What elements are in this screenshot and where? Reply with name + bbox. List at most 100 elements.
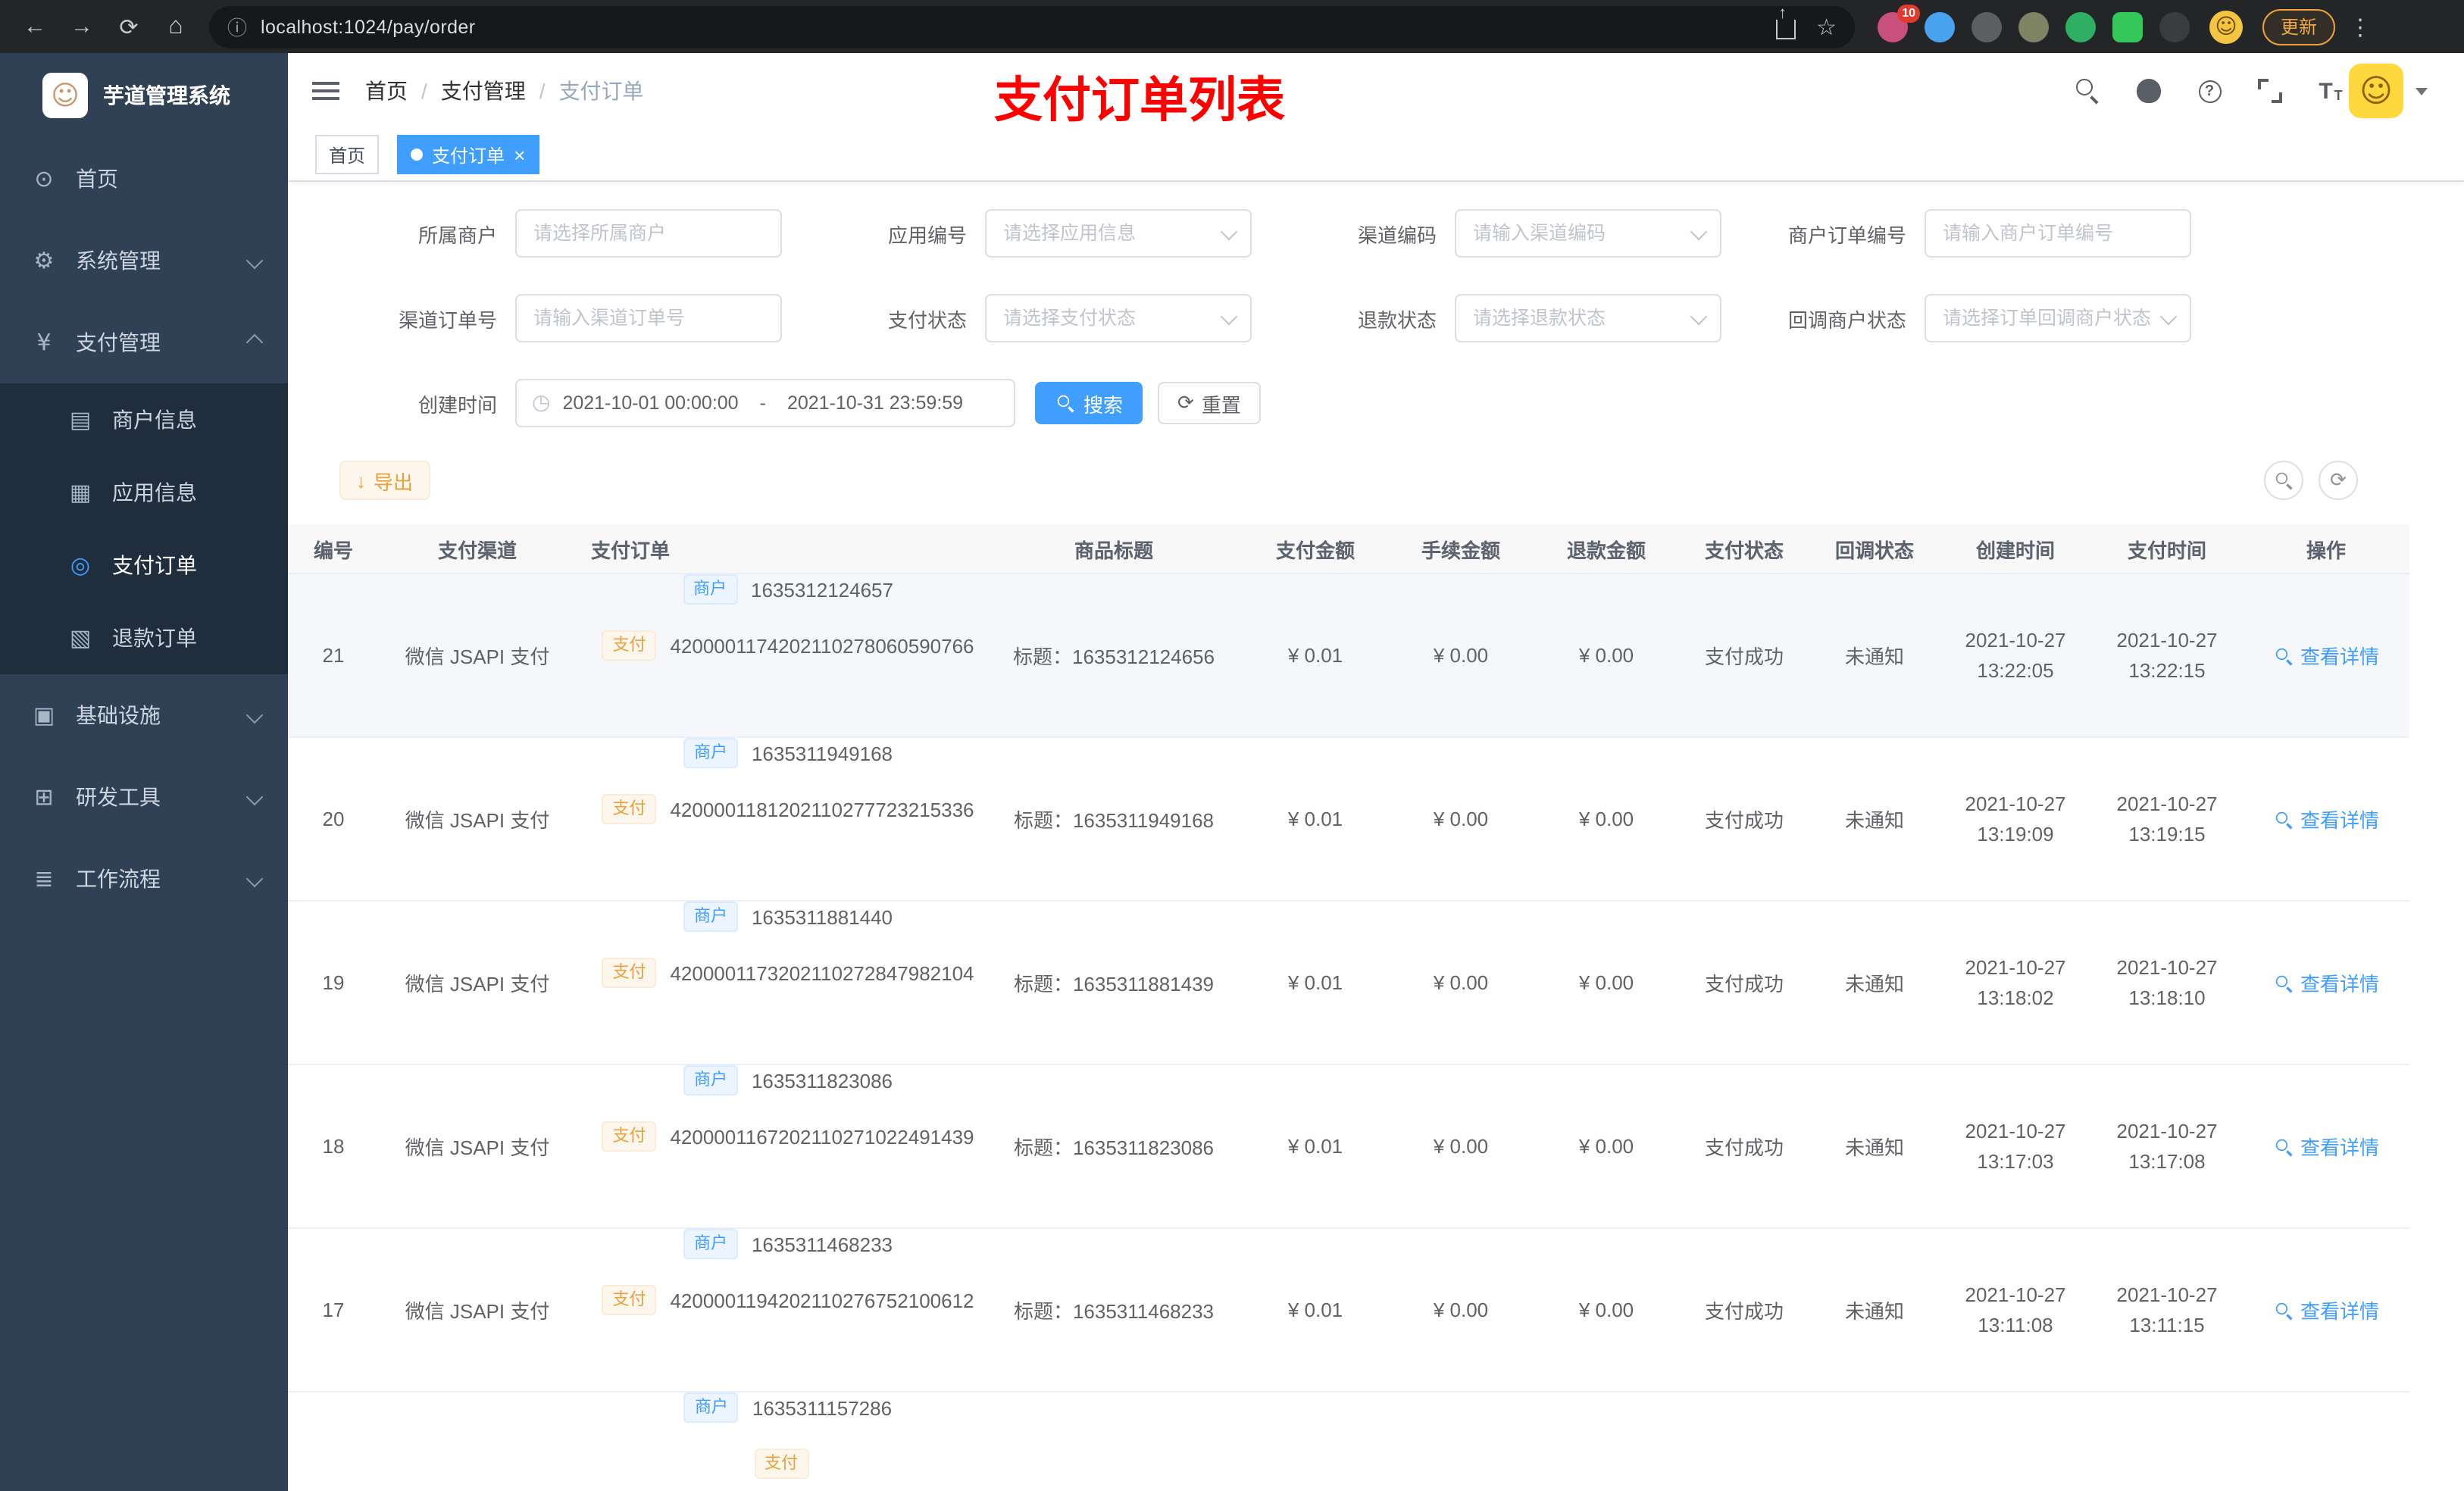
sidebar-item[interactable]: ⊙ 首页 [0, 138, 288, 220]
view-detail-link[interactable]: 查看详情 [2273, 1296, 2379, 1324]
sidebar-item[interactable]: ▦ 应用信息 [0, 456, 288, 529]
app-grid-icon: ▦ [69, 479, 92, 506]
tab-label: 支付订单 [432, 145, 505, 166]
browser-menu-icon[interactable] [2349, 13, 2372, 40]
filter-control[interactable] [985, 294, 1252, 342]
tab[interactable]: 首页 [315, 135, 380, 174]
pay-tag: 支付 [602, 630, 657, 661]
cell-actions: 查看详情 [2243, 574, 2409, 736]
filter-input[interactable] [1455, 209, 1721, 258]
sidebar-item[interactable]: ◎ 支付订单 [0, 529, 288, 602]
share-icon[interactable] [1775, 5, 1796, 39]
fullscreen-icon[interactable] [2255, 76, 2285, 106]
cell-pay-channel: 微信 JSAPI 支付 [405, 973, 550, 996]
cell-pay-channel: 微信 JSAPI 支付 [405, 645, 550, 668]
font-size-icon[interactable] [2315, 76, 2346, 106]
extension-dark-icon[interactable] [2159, 11, 2190, 42]
user-avatar[interactable] [2349, 64, 2403, 118]
filter-control[interactable] [1925, 294, 2191, 342]
filter-control[interactable] [515, 294, 782, 342]
browser-profile-avatar[interactable] [2209, 10, 2243, 43]
filter-input[interactable] [985, 294, 1252, 342]
filter-control[interactable] [1455, 294, 1721, 342]
column-header: 退款金额 [1566, 539, 1646, 561]
sidebar-item[interactable]: ⊞ 研发工具 [0, 756, 288, 838]
filter-input[interactable] [1925, 209, 2191, 258]
filter-control[interactable] [1925, 209, 2191, 258]
cell-pay-order: 商户 1635312124657 支付 42000011742021102780… [576, 574, 985, 736]
reset-button[interactable]: 重置 [1158, 382, 1261, 424]
filter-control[interactable] [1455, 209, 1721, 258]
view-detail-link[interactable]: 查看详情 [2273, 1132, 2379, 1161]
filter-input[interactable] [515, 209, 782, 258]
cell-actions [2243, 1393, 2409, 1491]
extension-drop-icon[interactable] [1925, 11, 1955, 42]
question-icon[interactable] [2194, 76, 2225, 106]
filter-form: 所属商户 应用编号 [288, 182, 2464, 427]
sidebar-item-label: 工作流程 [76, 867, 161, 891]
breadcrumb-item[interactable]: 支付管理 [408, 76, 526, 106]
sidebar-item-label: 应用信息 [112, 480, 197, 505]
filter-control[interactable] [985, 209, 1252, 258]
pay-order-line: 支付 4200001174202110278060590766 [602, 630, 974, 661]
extension-gray-circle-icon[interactable] [1972, 11, 2002, 42]
cell-fee-amount: ¥ 0.00 [1433, 971, 1489, 994]
search-icon [1056, 394, 1074, 412]
search-button[interactable]: 搜索 [1035, 382, 1143, 424]
sidebar-item[interactable]: ▧ 退款订单 [0, 602, 288, 674]
top-navbar: 首页 支付管理 支付订单 [288, 53, 2464, 129]
view-detail-link[interactable]: 查看详情 [2273, 641, 2379, 670]
extension-olive-circle-icon[interactable] [2018, 11, 2049, 42]
browser-update-button[interactable]: 更新 [2262, 8, 2336, 45]
cell-notify-status: 未通知 [1844, 645, 1904, 668]
merchant-tag: 商户 [683, 1065, 738, 1096]
filter-input[interactable] [515, 294, 782, 342]
sidebar-item[interactable]: ▣ 基础设施 [0, 674, 288, 756]
filter-input[interactable] [1925, 294, 2191, 342]
github-icon[interactable] [2134, 76, 2164, 106]
cell-pay-time: 2021-10-27 13:17:08 [2116, 1120, 2218, 1173]
sidebar-item[interactable]: ⚙ 系统管理 [0, 220, 288, 302]
site-info-icon[interactable] [227, 12, 247, 41]
cell-create-time: 2021-10-27 13:18:02 [1965, 956, 2066, 1009]
breadcrumb-item[interactable]: 支付订单 [526, 76, 644, 106]
date-start-input[interactable]: 2021-10-01 00:00:00 [562, 392, 738, 414]
sidebar-item[interactable]: ≣ 工作流程 [0, 838, 288, 920]
address-bar[interactable]: localhost:1024/pay/order [209, 5, 1855, 48]
table-row: 20 微信 JSAPI 支付 商户 1635311949168 支付 42000… [288, 738, 2409, 902]
cell-order-id: 19 [322, 971, 345, 994]
pay-order-line: 支付 4200001173202110272847982104 [602, 958, 974, 988]
view-detail-link[interactable]: 查看详情 [2273, 968, 2379, 997]
extension-chat-icon[interactable] [2112, 11, 2143, 42]
filter-input[interactable] [985, 209, 1252, 258]
sidebar-item-label: 商户信息 [112, 408, 197, 432]
sidebar-item[interactable]: ¥ 支付管理 [0, 302, 288, 383]
tab[interactable]: 支付订单 × [397, 135, 539, 174]
sidebar-item[interactable]: ▤ 商户信息 [0, 383, 288, 456]
export-button[interactable]: 导出 [339, 461, 430, 500]
back-icon[interactable] [15, 7, 55, 46]
refresh-table-button[interactable] [2319, 461, 2358, 500]
filter-input[interactable] [1455, 294, 1721, 342]
cell-pay-order: 商户 1635311823086 支付 42000011672021102710… [576, 1065, 985, 1227]
date-range-picker[interactable]: 2021-10-01 00:00:00 - 2021-10-31 23:59:5… [515, 379, 1015, 427]
reload-icon[interactable] [109, 7, 149, 46]
toggle-search-button[interactable] [2264, 461, 2303, 500]
caret-down-icon [2416, 87, 2428, 95]
extension-green-circle-icon[interactable] [2065, 11, 2096, 42]
user-menu[interactable] [2349, 64, 2428, 118]
date-end-input[interactable]: 2021-10-31 23:59:59 [787, 392, 963, 414]
home-icon[interactable] [156, 7, 195, 46]
tab-close-icon[interactable]: × [514, 145, 525, 164]
search-icon[interactable] [2073, 76, 2103, 106]
column-header: 手续金额 [1421, 539, 1500, 561]
forward-icon[interactable] [62, 7, 102, 46]
breadcrumb-item[interactable]: 首页 [365, 76, 408, 106]
view-detail-link[interactable]: 查看详情 [2273, 805, 2379, 833]
hamburger-icon[interactable] [312, 82, 339, 100]
filter-field: 支付状态 [782, 294, 1252, 342]
bookmark-star-icon[interactable] [1816, 13, 1837, 40]
extension-puzzle-icon[interactable]: 10 [1878, 4, 1920, 42]
filter-control[interactable] [515, 209, 782, 258]
merchant-tag: 商户 [683, 1229, 738, 1259]
